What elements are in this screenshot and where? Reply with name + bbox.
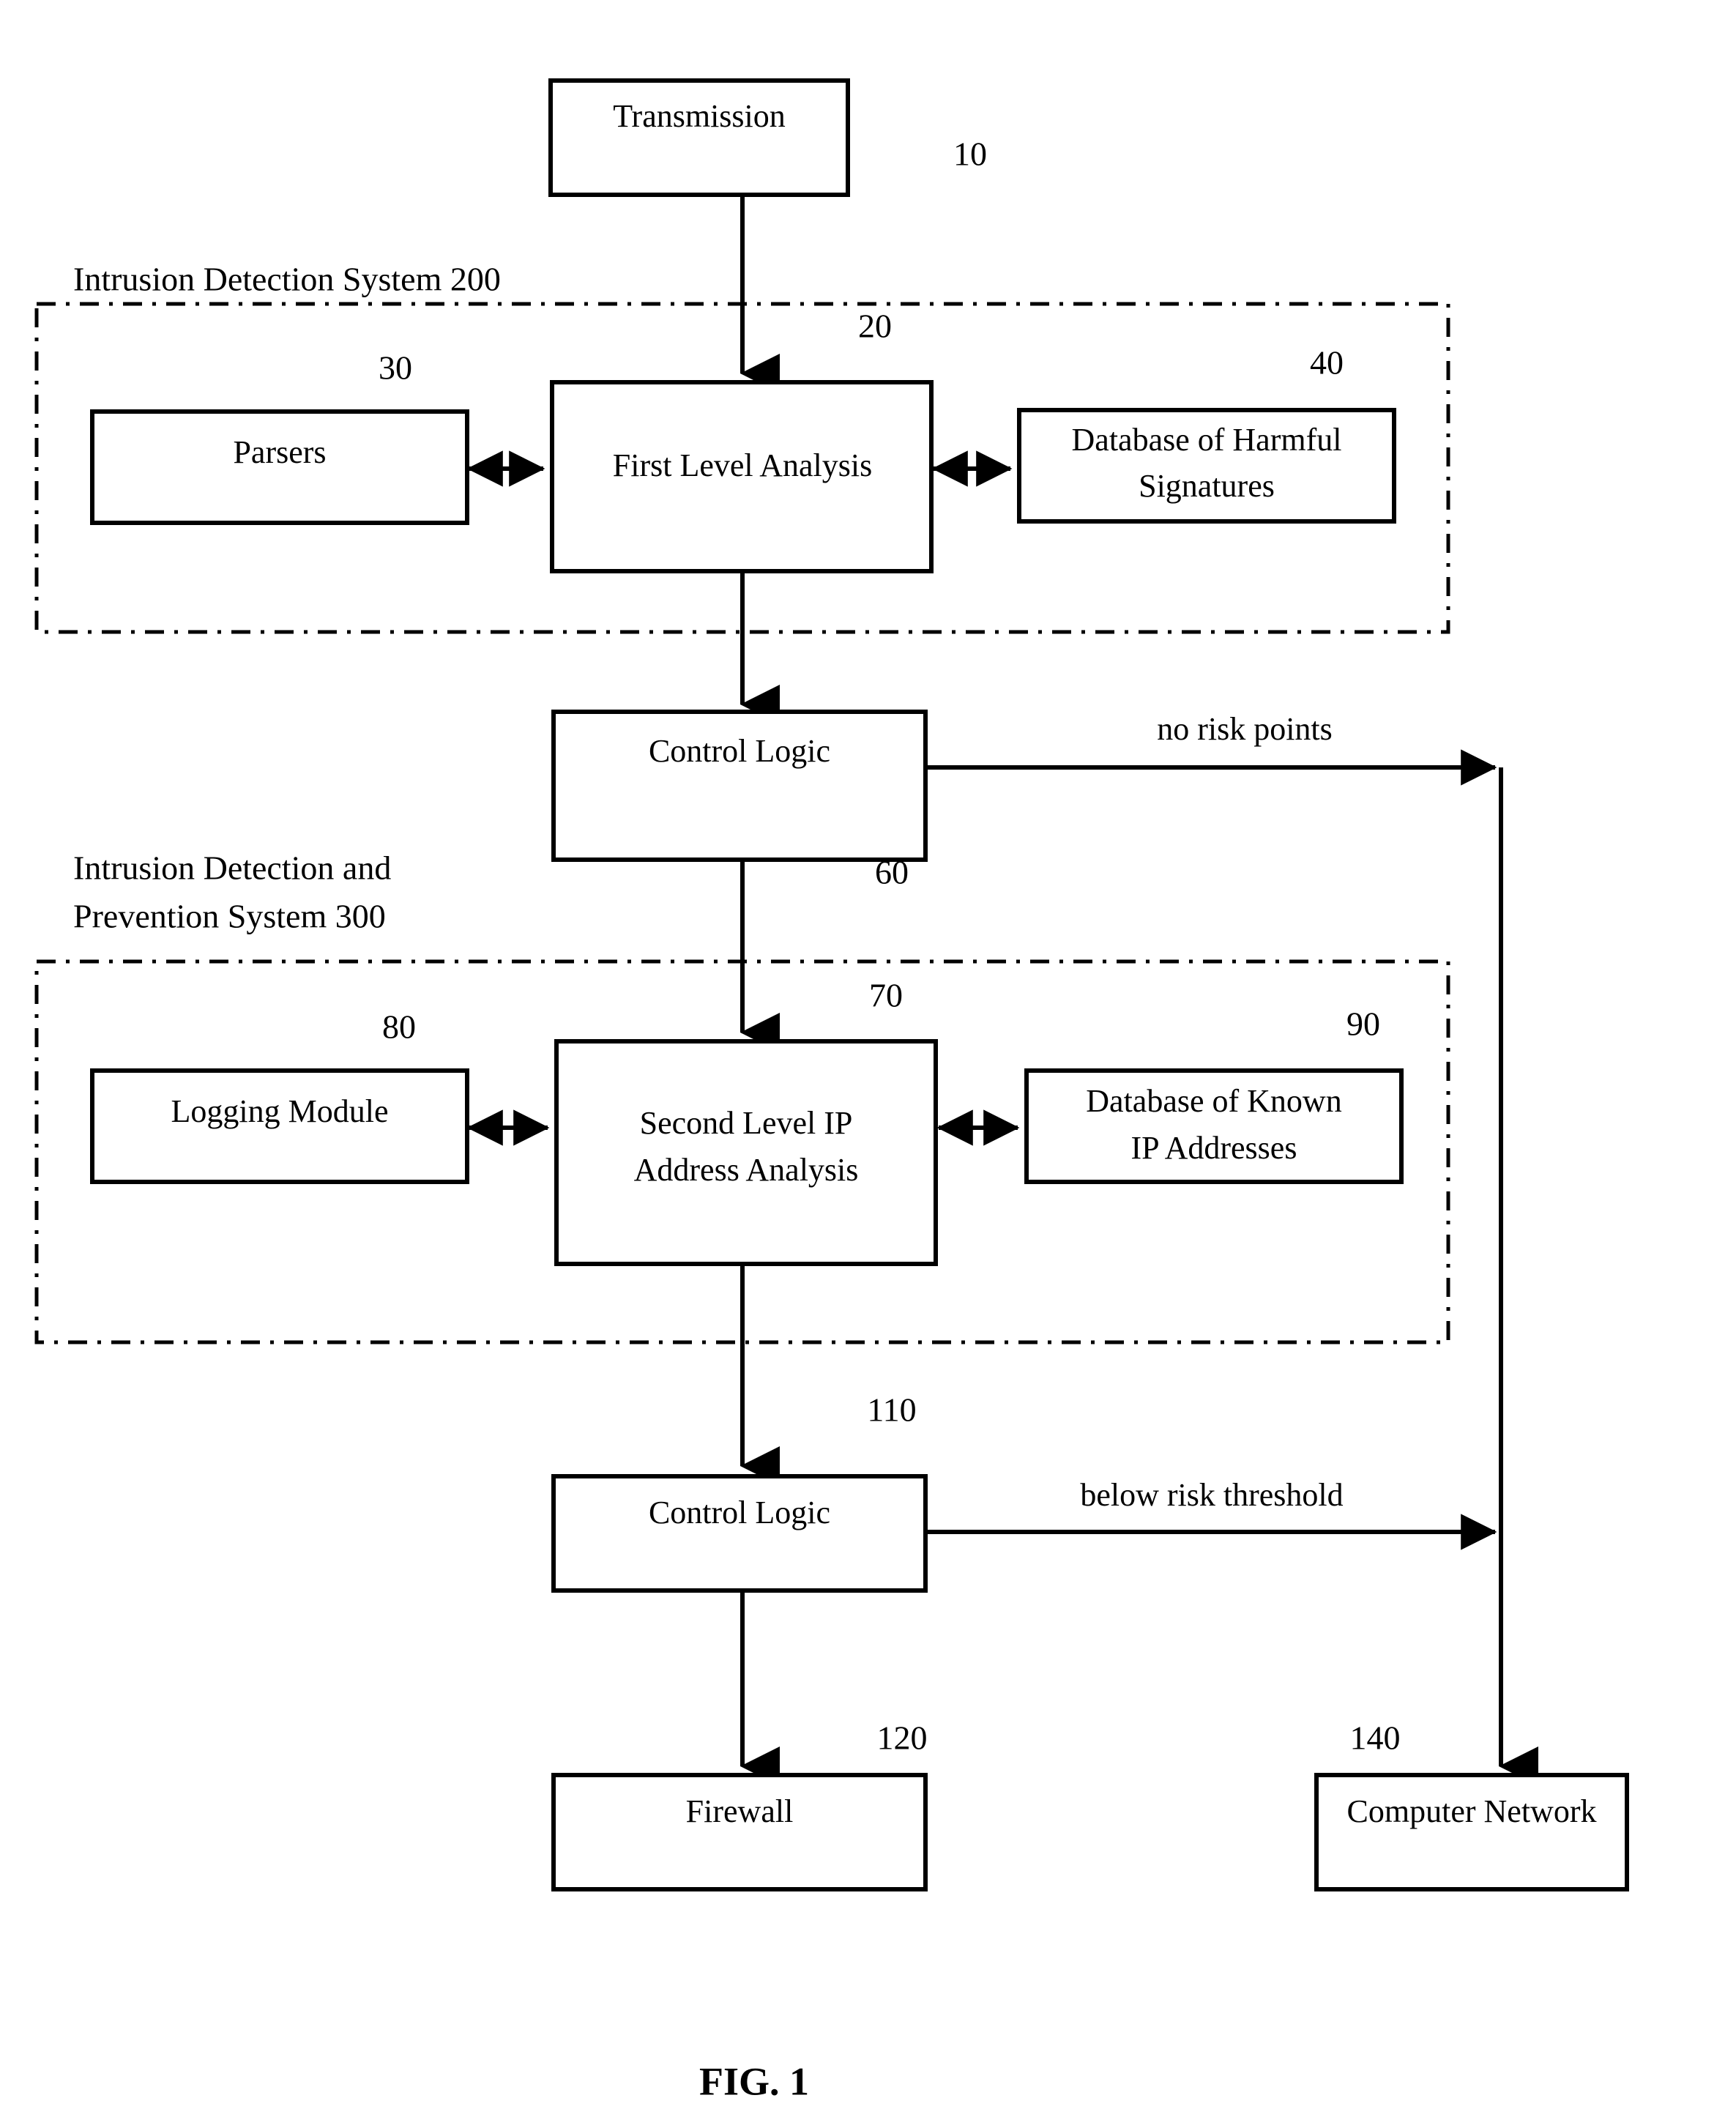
box-database-of-known-ip-addresses[interactable]: Database of Known IP Addresses xyxy=(1024,1068,1404,1184)
box-computer-network[interactable]: Computer Network xyxy=(1314,1773,1629,1891)
box-first-level-analysis-label: First Level Analysis xyxy=(613,447,872,483)
ref-number-90: 90 xyxy=(1346,1005,1380,1043)
patent-figure: Transmission 10 Intrusion Detection Syst… xyxy=(0,0,1736,2128)
box-firewall-label: Firewall xyxy=(686,1793,794,1829)
edge-label-no-risk-points: no risk points xyxy=(1157,711,1333,747)
box-database-of-harmful-signatures[interactable]: Database of Harmful Signatures xyxy=(1017,408,1396,524)
box-computer-network-label: Computer Network xyxy=(1347,1793,1597,1829)
ref-number-70: 70 xyxy=(869,977,903,1014)
ref-number-80: 80 xyxy=(382,1008,416,1046)
group-label-intrusion-detection-system: Intrusion Detection System 200 xyxy=(73,261,501,298)
box-transmission[interactable]: Transmission xyxy=(548,78,850,197)
box-logging-module-label: Logging Module xyxy=(171,1093,389,1129)
box-firewall[interactable]: Firewall xyxy=(551,1773,928,1891)
ref-number-30: 30 xyxy=(379,349,412,387)
box-second-level-label-line2: Address Analysis xyxy=(634,1152,859,1188)
box-logging-module[interactable]: Logging Module xyxy=(90,1068,469,1184)
box-control-logic-first[interactable]: Control Logic xyxy=(551,710,928,862)
ref-number-110: 110 xyxy=(867,1391,916,1429)
box-second-level-label-line1: Second Level IP xyxy=(640,1105,853,1141)
block-diagram: Transmission 10 Intrusion Detection Syst… xyxy=(34,78,1629,2103)
box-known-ip-db-label-line1: Database of Known xyxy=(1086,1083,1341,1119)
ref-number-140: 140 xyxy=(1350,1719,1401,1757)
box-second-level-ip-address-analysis[interactable]: Second Level IP Address Analysis xyxy=(554,1039,938,1266)
box-parsers[interactable]: Parsers xyxy=(90,409,469,525)
box-control-logic-second[interactable]: Control Logic xyxy=(551,1474,928,1593)
group-label-idps-line2: Prevention System 300 xyxy=(73,898,386,935)
box-parsers-label: Parsers xyxy=(233,434,326,470)
figure-caption: FIG. 1 xyxy=(699,2059,809,2103)
edge-label-below-risk-threshold: below risk threshold xyxy=(1080,1477,1343,1513)
ref-number-10: 10 xyxy=(953,135,987,173)
box-harmful-db-label-line2: Signatures xyxy=(1139,468,1275,504)
ref-number-60: 60 xyxy=(875,854,909,891)
box-transmission-label: Transmission xyxy=(613,98,786,134)
box-known-ip-db-label-line2: IP Addresses xyxy=(1131,1130,1297,1166)
box-control-logic-second-label: Control Logic xyxy=(649,1495,830,1530)
ref-number-20: 20 xyxy=(858,308,892,345)
box-harmful-db-label-line1: Database of Harmful xyxy=(1072,422,1342,458)
box-first-level-analysis[interactable]: First Level Analysis xyxy=(550,380,934,573)
ref-number-40: 40 xyxy=(1310,344,1344,382)
ref-number-120: 120 xyxy=(877,1719,928,1757)
box-control-logic-first-label: Control Logic xyxy=(649,733,830,769)
group-label-idps-line1: Intrusion Detection and xyxy=(73,849,391,887)
